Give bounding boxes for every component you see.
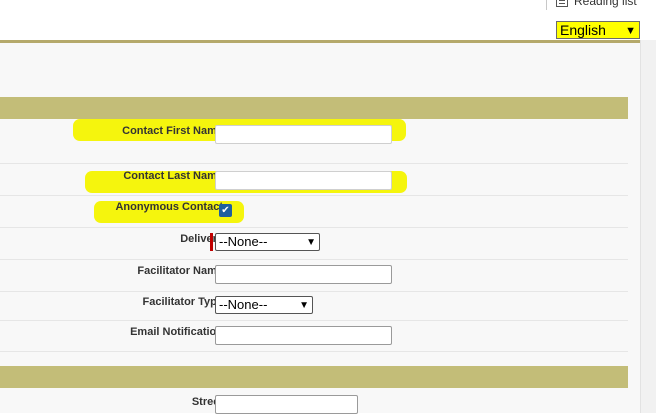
language-select[interactable]: English ▼	[556, 21, 640, 39]
facilitator-type-select[interactable]: --None-- ▼	[215, 296, 313, 314]
street-input[interactable]	[215, 395, 358, 414]
reading-list-icon	[556, 0, 568, 7]
reading-list-label: Reading list	[574, 0, 637, 8]
anonymous-contact-checkbox[interactable]: ✔	[219, 204, 232, 217]
contact-first-name-label: Contact First Name	[122, 125, 223, 137]
anonymous-contact-label: Anonymous Contact	[115, 201, 223, 213]
email-notification-input[interactable]	[215, 326, 392, 345]
email-notification-label: Email Notification	[130, 326, 223, 338]
facilitator-name-input[interactable]	[215, 265, 392, 284]
required-indicator	[210, 233, 213, 251]
chevron-down-icon: ▼	[299, 300, 309, 311]
toolbar-divider	[546, 0, 547, 10]
facilitator-type-label: Facilitator Type	[142, 296, 223, 308]
form-row-anonymous	[0, 196, 628, 228]
section-header-address	[0, 366, 628, 388]
contact-last-name-input[interactable]	[215, 171, 392, 190]
section-header-contact	[0, 97, 628, 119]
scrollbar[interactable]	[640, 40, 656, 413]
delivery-select-value: --None--	[219, 234, 268, 249]
language-select-value: English	[560, 22, 606, 38]
contact-first-name-input[interactable]	[215, 125, 392, 144]
chevron-down-icon: ▼	[625, 25, 636, 37]
facilitator-name-label: Facilitator Name	[137, 265, 223, 277]
delivery-select[interactable]: --None-- ▼	[215, 233, 320, 251]
chevron-down-icon: ▼	[306, 237, 316, 248]
facilitator-type-select-value: --None--	[219, 297, 268, 312]
contact-last-name-label: Contact Last Name	[123, 170, 223, 182]
reading-list-button[interactable]: Reading list	[556, 0, 637, 8]
form-row-facilitator-type	[0, 292, 628, 321]
